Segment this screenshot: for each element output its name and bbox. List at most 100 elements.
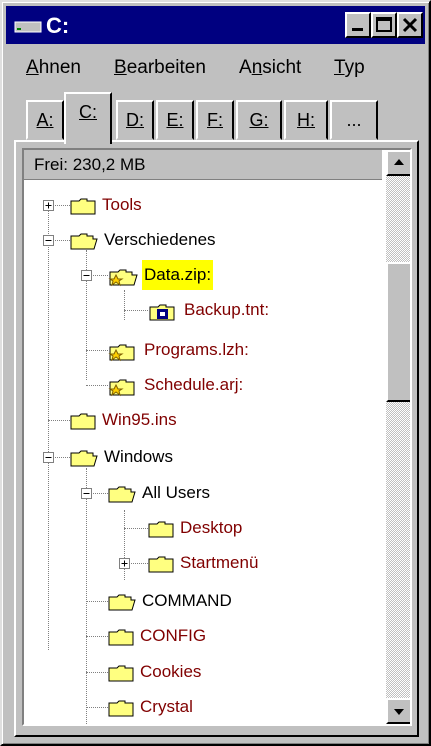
maximize-icon — [376, 17, 392, 32]
close-icon — [402, 17, 418, 33]
tree-item-label: Crystal — [140, 697, 193, 716]
folder-icon — [148, 521, 174, 538]
tree-item-label: Win95.ins — [102, 410, 177, 429]
scroll-up-button[interactable] — [386, 150, 410, 176]
vertical-scrollbar[interactable] — [386, 150, 410, 724]
open-folder-icon — [108, 486, 136, 503]
folder-icon — [70, 198, 96, 215]
menu-typ[interactable]: Typ — [334, 57, 365, 79]
tab-drive-h-label: H: — [297, 110, 315, 130]
tree-item-label: Tools — [102, 195, 142, 214]
close-button[interactable] — [397, 12, 423, 38]
tree-item-label: COMMAND — [142, 591, 232, 610]
folder-tree[interactable]: Frei: 230,2 MB Tools Verschiedenes Data.… — [22, 148, 412, 726]
tab-drive-g[interactable]: G: — [236, 100, 282, 140]
menu-ansicht[interactable]: Ansicht — [239, 57, 301, 79]
tree-item-windows[interactable]: Windows — [24, 442, 382, 472]
tab-more-label: ... — [346, 110, 362, 130]
expand-plus-icon[interactable] — [119, 558, 130, 569]
tab-drive-f-label: F: — [207, 110, 223, 130]
expand-plus-icon[interactable] — [43, 200, 54, 211]
scroll-thumb[interactable] — [386, 262, 410, 402]
tree-item-config[interactable]: CONFIG — [24, 621, 382, 651]
tree-item-label: Schedule.arj: — [144, 375, 244, 394]
tree-item-label: Data.zip: — [142, 260, 214, 290]
tree-item-label: Windows — [104, 447, 173, 466]
tree-item-programs-lzh[interactable]: Programs.lzh: — [24, 335, 382, 365]
title-bar[interactable]: C: — [6, 6, 425, 44]
tab-drive-d[interactable]: D: — [116, 100, 154, 140]
maximize-button[interactable] — [371, 12, 397, 38]
tab-drive-e-label: E: — [166, 110, 184, 130]
tab-drive-c-label: C: — [79, 102, 97, 122]
tree-line — [124, 528, 148, 529]
collapse-minus-icon[interactable] — [81, 270, 92, 281]
free-space-header: Frei: 230,2 MB — [24, 150, 382, 180]
tree-line — [86, 350, 108, 351]
tab-more[interactable]: ... — [330, 100, 378, 140]
menu-ansicht-pre: A — [239, 57, 252, 78]
tab-drive-a-label: A: — [36, 110, 54, 130]
tree-line — [48, 420, 70, 421]
tree-item-backup-tnt[interactable]: Backup.tnt: — [24, 295, 382, 325]
tree-line — [86, 672, 108, 673]
tree-item-startmenue[interactable]: Startmenü — [24, 548, 382, 578]
explorer-window: C: Ahnen Bearbeiten Ansicht Typ A: C: D:… — [0, 0, 431, 746]
tree-item-tools[interactable]: Tools — [24, 190, 382, 220]
tree-line — [86, 385, 108, 386]
collapse-minus-icon[interactable] — [43, 452, 54, 463]
tree-item-win95-ins[interactable]: Win95.ins — [24, 405, 382, 435]
tree-item-label: All Users — [142, 483, 211, 502]
tab-drive-a[interactable]: A: — [26, 100, 64, 140]
archive-folder-icon — [108, 344, 135, 362]
open-folder-icon — [70, 233, 98, 250]
tree-item-cookies[interactable]: Cookies — [24, 657, 382, 687]
window-title: C: — [46, 13, 70, 38]
tab-drive-g-label: G: — [249, 110, 269, 130]
tree-item-verschiedenes[interactable]: Verschiedenes — [24, 225, 382, 255]
folder-icon — [108, 629, 134, 646]
archive-folder-icon — [108, 269, 138, 287]
tree-line — [124, 310, 148, 311]
collapse-minus-icon[interactable] — [43, 235, 54, 246]
tree-item-label: Backup.tnt: — [184, 300, 270, 319]
tab-drive-h[interactable]: H: — [284, 100, 328, 140]
collapse-minus-icon[interactable] — [81, 488, 92, 499]
menu-bearbeiten-rest: earbeiten — [126, 57, 206, 78]
scroll-down-button[interactable] — [386, 698, 410, 724]
menu-typ-accel: T — [334, 57, 345, 78]
tree-item-data-zip[interactable]: Data.zip: — [24, 260, 382, 290]
open-folder-icon — [108, 594, 136, 611]
arrow-down-icon — [394, 709, 404, 715]
menu-ahnen[interactable]: Ahnen — [26, 57, 81, 79]
drive-icon — [14, 21, 42, 33]
menu-bar: Ahnen Bearbeiten Ansicht Typ — [6, 46, 425, 86]
tab-drive-c[interactable]: C: — [64, 92, 112, 144]
tree-item-desktop[interactable]: Desktop — [24, 513, 382, 543]
menu-ahnen-rest: hnen — [38, 57, 81, 78]
tree-item-label: Programs.lzh: — [144, 340, 249, 359]
tree-line — [86, 601, 108, 602]
menu-ansicht-rest: sicht — [262, 57, 302, 78]
minimize-button[interactable] — [345, 12, 371, 38]
tree-item-schedule-arj[interactable]: Schedule.arj: — [24, 370, 382, 400]
menu-ansicht-accel: n — [251, 57, 263, 78]
menu-bearbeiten[interactable]: Bearbeiten — [114, 57, 206, 79]
tree-item-label: Startmenü — [180, 553, 259, 572]
open-folder-icon — [70, 450, 98, 467]
tree-item-command[interactable]: COMMAND — [24, 586, 382, 616]
tree-item-label: Verschiedenes — [104, 230, 216, 249]
minimize-icon — [352, 28, 363, 31]
tree-item-label: Desktop — [180, 518, 243, 537]
tab-drive-f[interactable]: F: — [196, 100, 234, 140]
tree-item-label: CONFIG — [140, 626, 207, 645]
tab-drive-e[interactable]: E: — [156, 100, 194, 140]
tree-line — [86, 707, 108, 708]
tree-item-crystal[interactable]: Crystal — [24, 692, 382, 722]
folder-icon — [70, 413, 96, 430]
folder-icon — [108, 665, 134, 682]
folder-icon — [108, 700, 134, 717]
menu-typ-rest: yp — [344, 57, 365, 78]
archive-file-icon — [149, 304, 175, 321]
tree-item-all-users[interactable]: All Users — [24, 478, 382, 508]
